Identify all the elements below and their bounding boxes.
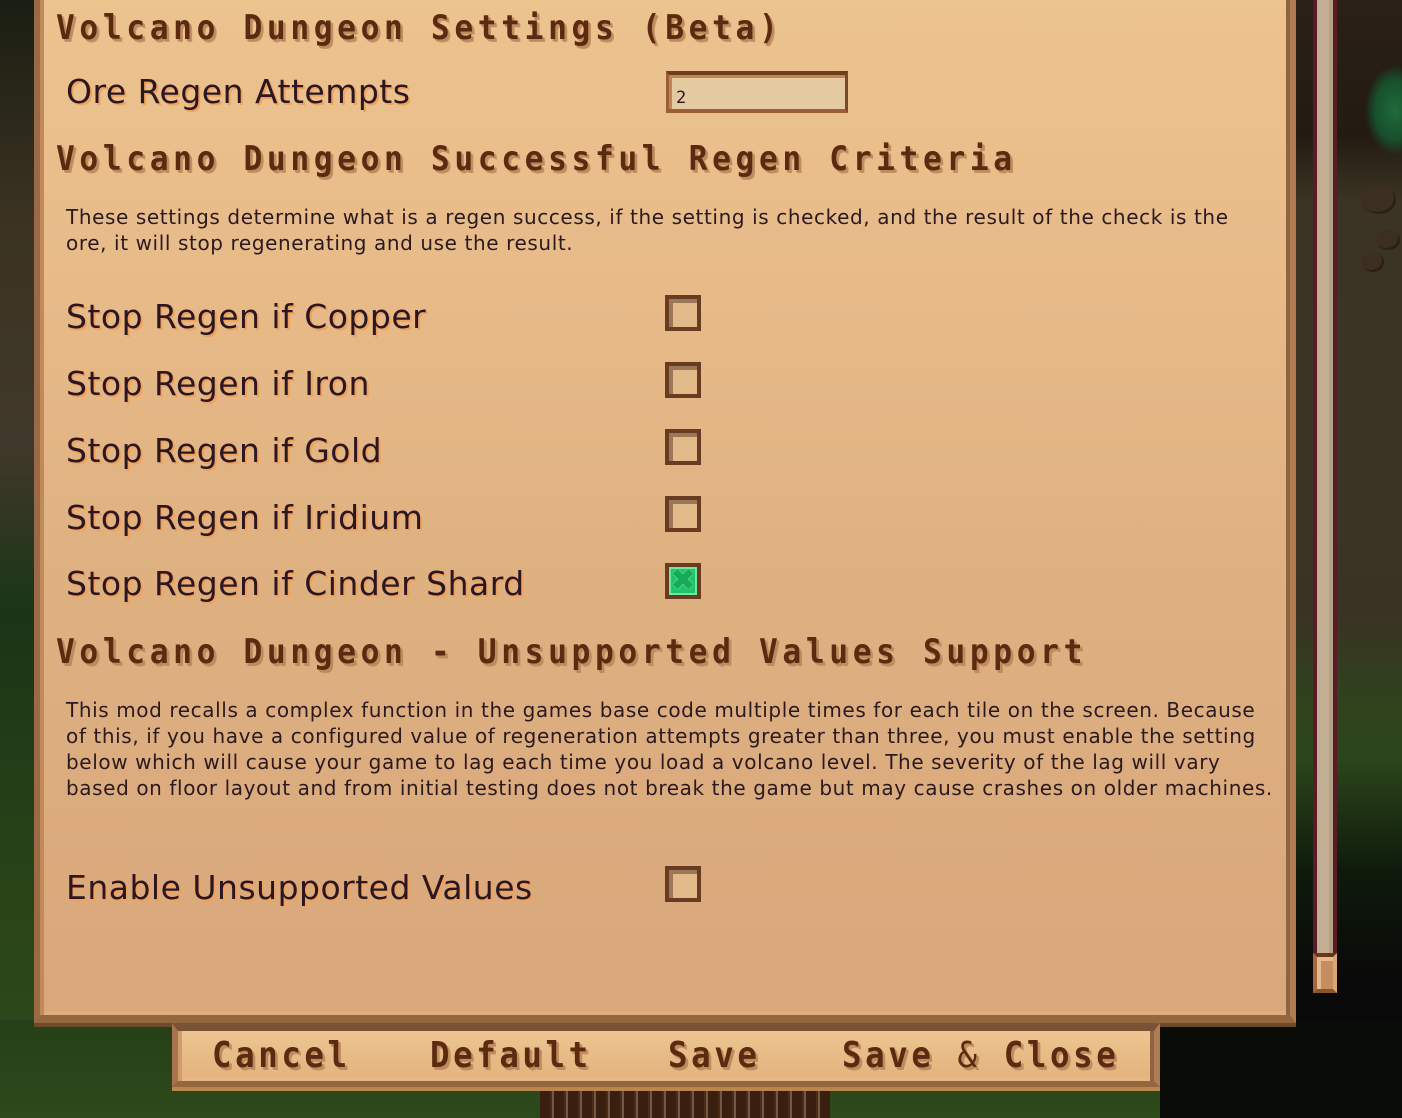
background-rock	[1362, 252, 1384, 272]
game-background-shadow	[1160, 1020, 1402, 1118]
background-rock	[1376, 230, 1400, 250]
stop-regen-gold-checkbox[interactable]	[665, 429, 701, 465]
default-button[interactable]: Default	[430, 1030, 592, 1082]
section-title-unsupported: Volcano Dungeon - Unsupported Values Sup…	[56, 632, 1088, 672]
scrollbar-track[interactable]	[1313, 0, 1337, 960]
save-and-close-label-save: Save	[842, 1035, 935, 1076]
stop-regen-copper-label: Stop Regen if Copper	[66, 297, 427, 336]
save-and-close-label-close: Close	[1003, 1035, 1120, 1076]
section-title-criteria: Volcano Dungeon Successful Regen Criteri…	[56, 139, 1017, 179]
stop-regen-copper-checkbox[interactable]	[665, 295, 701, 331]
background-fence	[540, 1085, 830, 1118]
stop-regen-iron-label: Stop Regen if Iron	[66, 364, 370, 403]
stop-regen-gold-label: Stop Regen if Gold	[66, 431, 383, 470]
stop-regen-iridium-checkbox[interactable]	[665, 496, 701, 532]
stop-regen-cinder-shard-checkbox[interactable]: ✖	[665, 563, 701, 599]
ore-regen-attempts-input[interactable]	[666, 71, 848, 113]
save-and-close-button[interactable]: Save & Close	[842, 1030, 1119, 1082]
stop-regen-iron-checkbox[interactable]	[665, 362, 701, 398]
stop-regen-iridium-label: Stop Regen if Iridium	[66, 498, 424, 537]
scrollbar-thumb[interactable]	[1313, 953, 1337, 993]
enable-unsupported-values-label: Enable Unsupported Values	[66, 868, 533, 907]
criteria-description: These settings determine what is a regen…	[66, 205, 1229, 255]
stop-regen-cinder-shard-label: Stop Regen if Cinder Shard	[66, 564, 525, 603]
checkmark-x-icon: ✖	[670, 563, 696, 598]
section-title-settings: Volcano Dungeon Settings (Beta)	[56, 8, 783, 48]
background-rock	[1362, 186, 1396, 214]
save-and-close-label-amp: &	[957, 1035, 981, 1076]
unsupported-description: This mod recalls a complex function in t…	[66, 698, 1273, 800]
ore-regen-attempts-label: Ore Regen Attempts	[66, 72, 411, 111]
enable-unsupported-values-checkbox[interactable]	[665, 866, 701, 902]
background-plant	[1355, 60, 1402, 170]
save-button[interactable]: Save	[668, 1030, 760, 1082]
cancel-button[interactable]: Cancel	[212, 1030, 351, 1082]
